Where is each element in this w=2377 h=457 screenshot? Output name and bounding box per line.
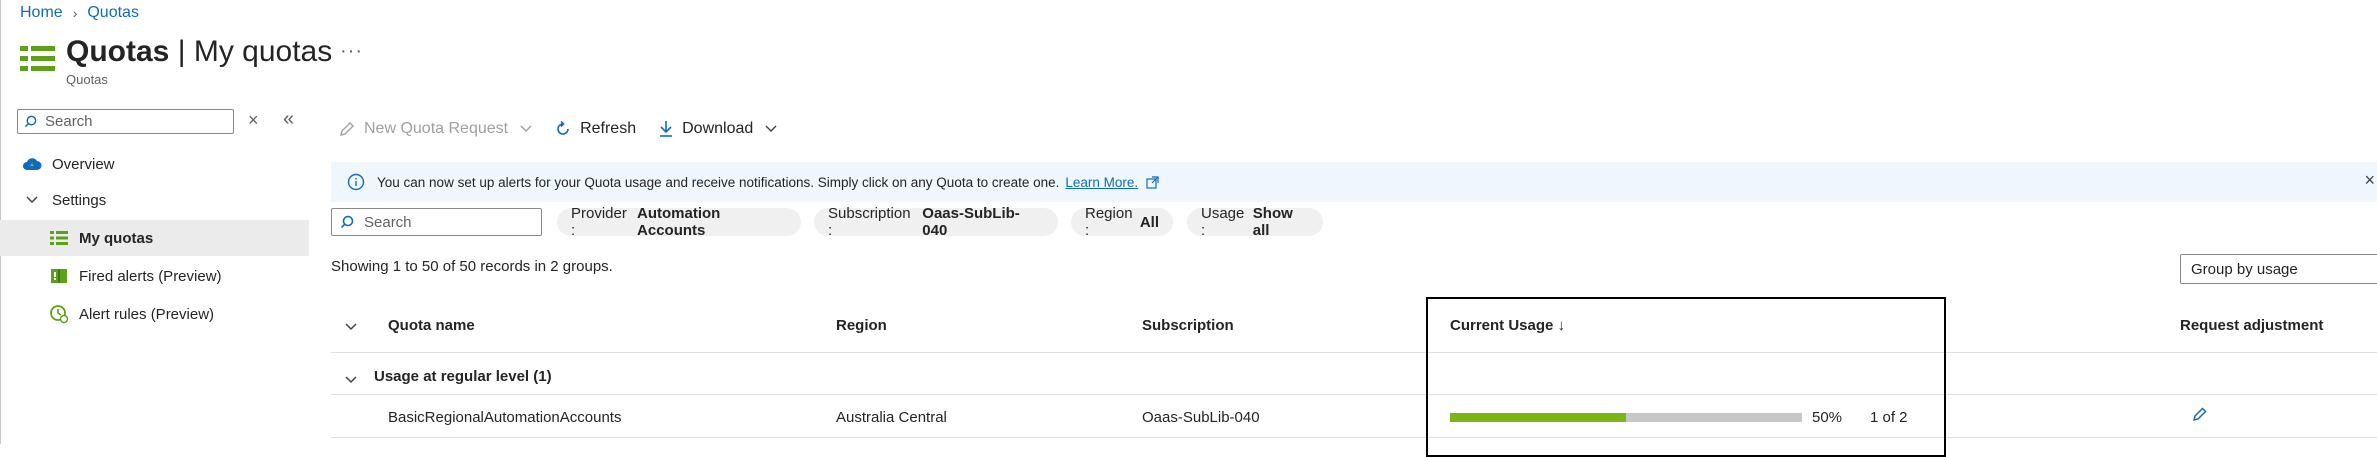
group-label: Usage at regular level (1) <box>374 368 552 385</box>
filter-search-input[interactable] <box>362 212 541 232</box>
breadcrumb-home[interactable]: Home <box>20 4 63 22</box>
refresh-button[interactable]: Refresh <box>554 120 636 138</box>
usage-filter-pill[interactable]: Usage : Show all <box>1187 205 1323 239</box>
cloud-icon <box>20 156 44 172</box>
chevron-down-icon <box>520 122 532 136</box>
close-banner-icon[interactable]: × <box>2364 170 2375 191</box>
column-header-subscription[interactable]: Subscription <box>1142 317 1234 334</box>
sidebar-item-my-quotas[interactable]: My quotas <box>0 220 309 256</box>
breadcrumb-separator: › <box>72 5 78 21</box>
refresh-label: Refresh <box>580 120 637 137</box>
provider-filter-pill[interactable]: Provider : Automation Accounts <box>557 205 801 239</box>
sidebar-item-label: Overview <box>52 155 115 173</box>
group-collapse-chevron-icon[interactable] <box>344 372 358 389</box>
sidebar-item-label: Fired alerts (Preview) <box>79 267 222 285</box>
info-banner-text: You can now set up alerts for your Quota… <box>377 174 1060 190</box>
group-divider <box>331 394 2377 395</box>
chevron-down-icon <box>20 195 44 205</box>
provider-filter-key: Provider : <box>571 205 627 239</box>
download-label: Download <box>682 120 754 137</box>
sidebar-item-label: My quotas <box>79 229 154 247</box>
more-options-button[interactable]: ··· <box>340 40 363 63</box>
search-icon <box>340 215 354 229</box>
filter-search-box[interactable] <box>331 208 542 236</box>
sidebar-item-alert-rules[interactable]: Alert rules (Preview) <box>0 296 309 332</box>
command-bar: New Quota Request Refresh Download <box>338 120 799 138</box>
region-cell: Australia Central <box>836 409 947 426</box>
subscription-filter-key: Subscription : <box>828 205 911 239</box>
sidebar-item-label: Alert rules (Preview) <box>79 305 215 323</box>
page-subtitle: Quotas <box>66 72 108 87</box>
page-title-separator: | <box>169 35 194 68</box>
download-icon <box>658 120 674 138</box>
refresh-icon <box>554 120 572 138</box>
row-divider <box>331 437 2377 438</box>
usage-filter-value: Show all <box>1252 205 1293 239</box>
provider-filter-value: Automation Accounts <box>637 205 721 239</box>
records-summary: Showing 1 to 50 of 50 records in 2 group… <box>331 258 613 275</box>
chevron-down-icon <box>765 122 777 136</box>
download-button[interactable]: Download <box>658 120 777 138</box>
page-title-sub: My quotas <box>193 35 333 68</box>
new-quota-request-button[interactable]: New Quota Request <box>338 120 532 138</box>
subscription-filter-pill[interactable]: Subscription : Oaas-SubLib-040 <box>814 205 1058 239</box>
breadcrumb: Home › Quotas <box>20 4 139 22</box>
list-icon <box>47 230 71 246</box>
usage-filter-key: Usage : <box>1201 205 1245 239</box>
breadcrumb-quotas[interactable]: Quotas <box>87 4 139 22</box>
region-filter-pill[interactable]: Region : All <box>1071 205 1173 239</box>
clear-search-icon[interactable]: × <box>248 110 259 131</box>
sidebar-item-fired-alerts[interactable]: Fired alerts (Preview) <box>0 258 309 294</box>
column-header-request-adjustment: Request adjustment <box>2180 317 2324 334</box>
page-title: Quotas | My quotas <box>66 34 332 70</box>
sidebar-item-settings[interactable]: Settings <box>0 182 309 218</box>
external-link-icon <box>1146 175 1159 189</box>
edit-pencil-icon[interactable] <box>2192 406 2208 426</box>
sidebar-item-label: Settings <box>52 191 107 209</box>
sidebar-search-box[interactable] <box>17 109 234 134</box>
quotas-list-icon <box>18 44 58 74</box>
subscription-cell: Oaas-SubLib-040 <box>1142 409 1260 426</box>
group-by-value: Group by usage <box>2191 260 2298 278</box>
sidebar-search-input[interactable] <box>43 112 233 131</box>
info-banner: You can now set up alerts for your Quota… <box>331 162 2377 202</box>
info-icon <box>347 173 365 191</box>
region-filter-value: All <box>1139 213 1159 231</box>
new-quota-request-label: New Quota Request <box>364 120 509 137</box>
group-by-dropdown[interactable]: Group by usage <box>2180 254 2377 284</box>
header-divider <box>331 352 2377 353</box>
page-title-main: Quotas <box>66 35 170 68</box>
sidebar-item-overview[interactable]: Overview <box>0 146 309 182</box>
pencil-icon <box>338 120 356 138</box>
column-header-region[interactable]: Region <box>836 317 887 334</box>
region-filter-key: Region : <box>1085 205 1133 239</box>
search-icon <box>24 115 37 128</box>
quota-name-cell[interactable]: BasicRegionalAutomationAccounts <box>388 409 621 426</box>
learn-more-link[interactable]: Learn More. <box>1065 175 1138 190</box>
collapse-sidebar-icon[interactable]: « <box>283 108 294 131</box>
expand-all-chevron-icon[interactable] <box>344 319 358 336</box>
alert-book-icon <box>47 267 71 285</box>
column-header-quota-name[interactable]: Quota name <box>388 317 475 334</box>
alert-clock-icon <box>47 304 71 324</box>
subscription-filter-value: Oaas-SubLib-040 <box>922 205 1020 239</box>
current-usage-highlight-box <box>1426 297 1946 457</box>
